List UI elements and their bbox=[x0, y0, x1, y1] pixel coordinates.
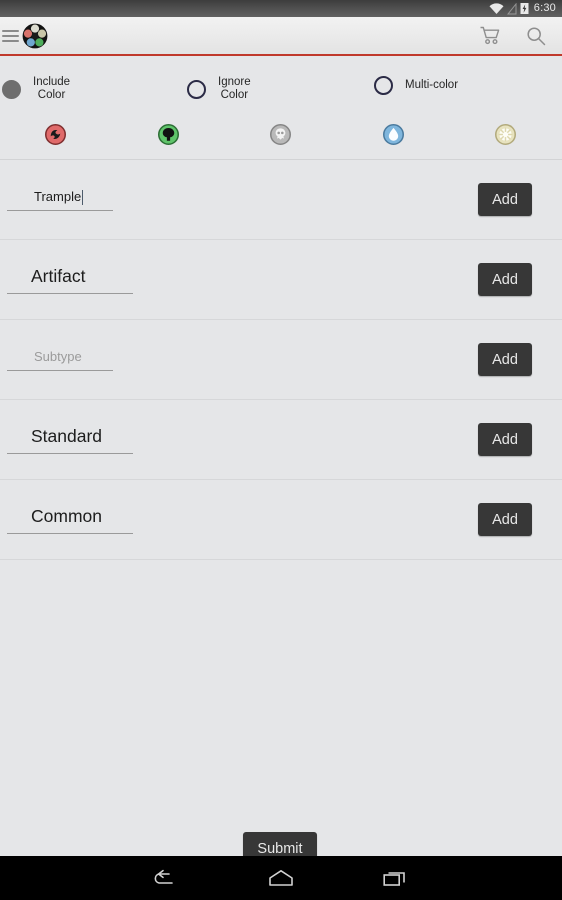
add-subtype-button[interactable]: Add bbox=[478, 343, 532, 376]
radio-label-ignore-color: Ignore Color bbox=[218, 76, 251, 101]
radio-include-color[interactable] bbox=[2, 79, 21, 99]
hamburger-menu-icon[interactable] bbox=[2, 29, 19, 42]
rarity-field[interactable] bbox=[7, 505, 133, 534]
status-bar-icons: 6:30 bbox=[489, 2, 556, 15]
mana-white-icon[interactable] bbox=[495, 124, 516, 145]
mana-blue-icon[interactable] bbox=[383, 124, 404, 145]
ability-field[interactable] bbox=[7, 188, 113, 211]
mana-red-icon[interactable] bbox=[45, 124, 66, 145]
subtype-field-wrap bbox=[7, 348, 113, 371]
recents-icon[interactable] bbox=[376, 856, 416, 900]
add-supertype-button[interactable]: Add bbox=[478, 263, 532, 296]
add-rarity-button[interactable]: Add bbox=[478, 503, 532, 536]
radio-label-include-color: Include Color bbox=[33, 76, 71, 101]
radio-option-ignore-color[interactable]: Ignore Color bbox=[187, 76, 251, 102]
add-ability-button[interactable]: Add bbox=[478, 183, 532, 216]
action-bar bbox=[0, 17, 562, 56]
field-row-ability: Add bbox=[0, 160, 562, 240]
home-icon[interactable] bbox=[261, 856, 301, 900]
radio-option-multi-color[interactable]: Multi-color bbox=[374, 76, 458, 95]
field-row-supertype: Add bbox=[0, 240, 562, 320]
rarity-field-wrap bbox=[7, 505, 133, 534]
mana-symbol-row bbox=[0, 112, 562, 160]
supertype-field-wrap bbox=[7, 265, 133, 294]
add-format-button[interactable]: Add bbox=[478, 423, 532, 456]
back-arrow-icon[interactable] bbox=[143, 856, 183, 900]
signal-icon bbox=[506, 2, 517, 14]
subtype-field[interactable] bbox=[7, 348, 113, 371]
mana-black-icon[interactable] bbox=[270, 124, 291, 145]
format-field-wrap bbox=[7, 425, 133, 454]
battery-charging-icon bbox=[520, 3, 529, 14]
radio-label-multi-color: Multi-color bbox=[405, 79, 459, 91]
radio-multi-color[interactable] bbox=[374, 76, 393, 95]
radio-ignore-color[interactable] bbox=[187, 79, 206, 99]
search-icon[interactable] bbox=[521, 21, 551, 51]
mana-green-icon[interactable] bbox=[158, 124, 179, 145]
field-row-rarity: Add bbox=[0, 480, 562, 560]
field-row-subtype: Add bbox=[0, 320, 562, 400]
wifi-icon bbox=[489, 2, 504, 14]
field-row-format: Add bbox=[0, 400, 562, 480]
app-logo-mana-wheel-icon[interactable] bbox=[22, 23, 48, 49]
radio-option-include-color[interactable]: Include Color bbox=[2, 76, 70, 102]
shopping-cart-icon[interactable] bbox=[475, 21, 505, 51]
supertype-field[interactable] bbox=[7, 265, 133, 294]
field-list: Add Add Add Add Add bbox=[0, 160, 562, 560]
ability-field-wrap bbox=[7, 188, 113, 211]
text-caret bbox=[82, 189, 84, 205]
status-bar: 6:30 bbox=[0, 0, 562, 17]
android-navigation-bar bbox=[0, 856, 562, 900]
color-mode-radio-group: Include Color Ignore Color Multi-color bbox=[0, 58, 562, 112]
status-bar-time: 6:30 bbox=[533, 2, 556, 14]
format-field[interactable] bbox=[7, 425, 133, 454]
